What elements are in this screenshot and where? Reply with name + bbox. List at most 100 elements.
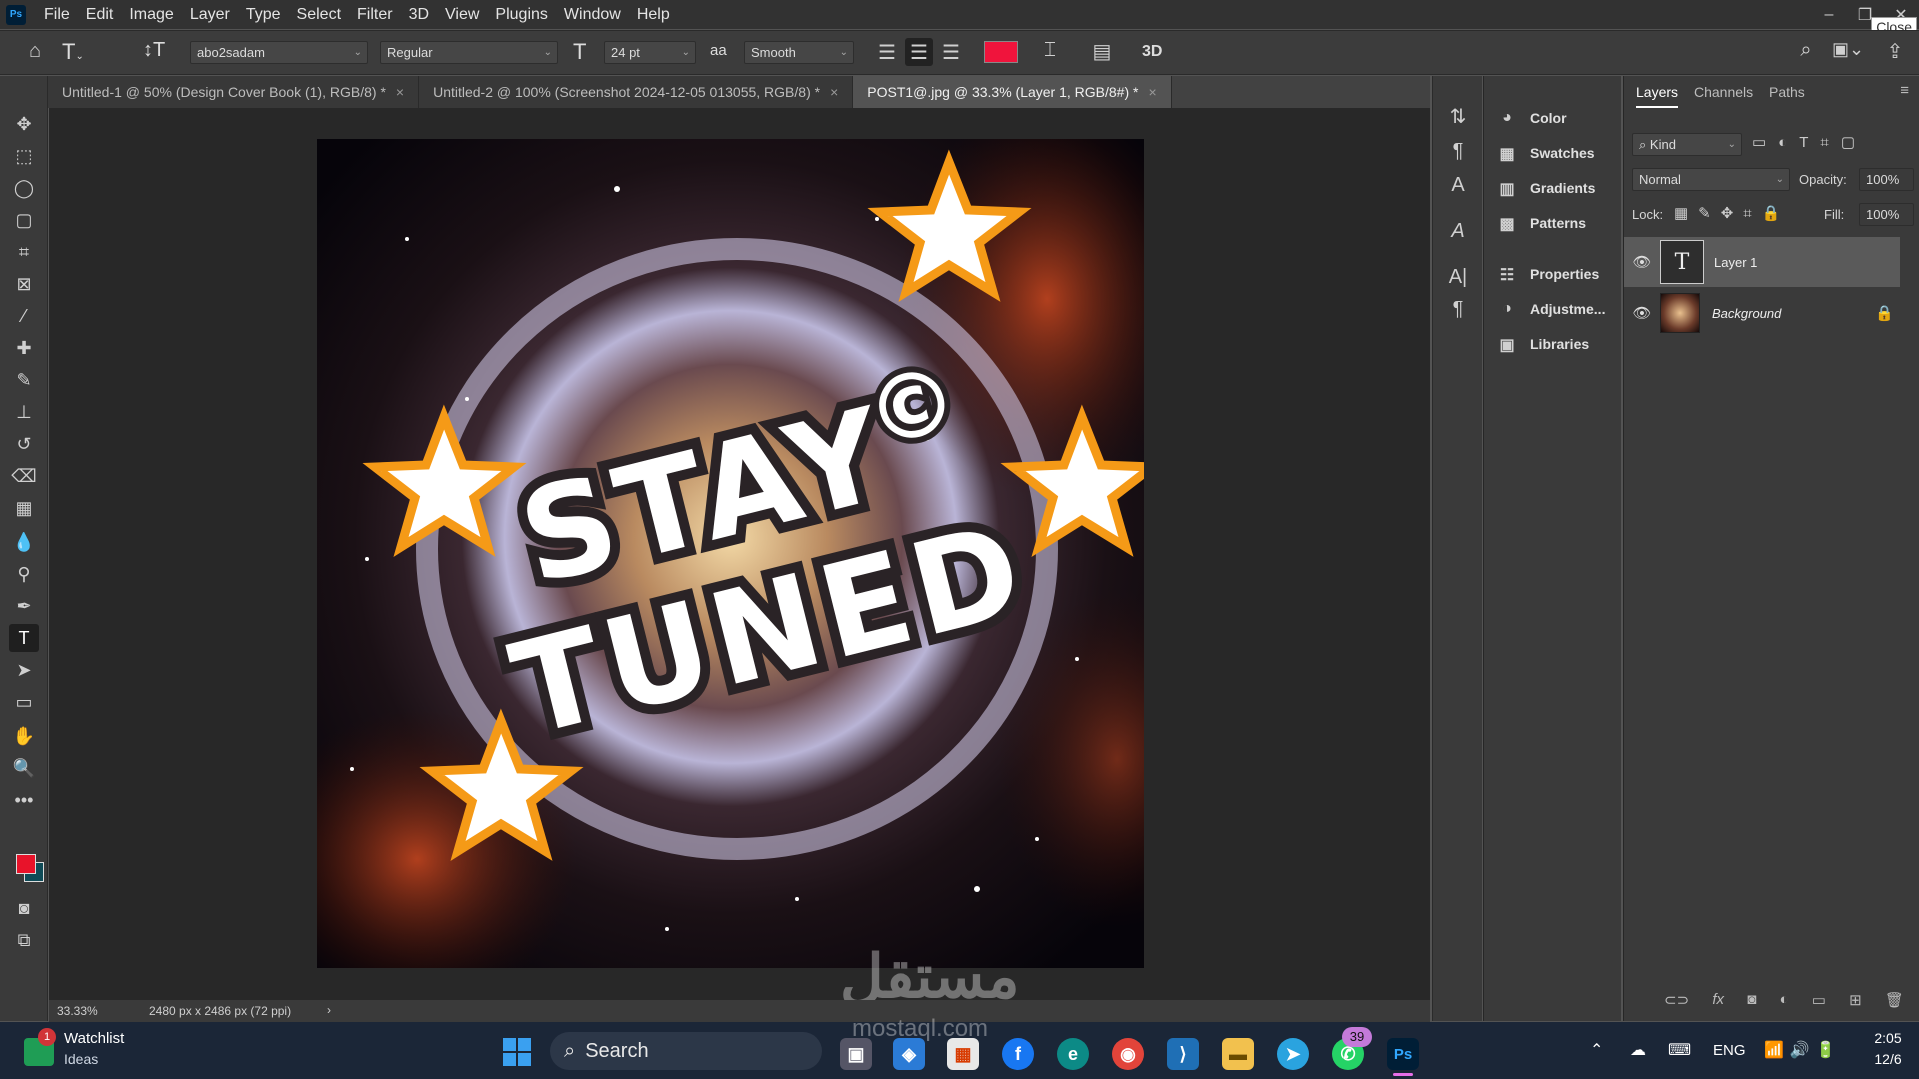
path-selection-tool-icon[interactable]: ➤ [9, 656, 39, 684]
glyphs-icon[interactable]: A [1444, 220, 1472, 243]
character-panel-icon[interactable]: ▤ [1088, 39, 1116, 64]
character-styles-icon[interactable]: A [1444, 174, 1472, 197]
healing-brush-tool-icon[interactable]: ✚ [9, 334, 39, 362]
text-tool-preset-icon[interactable]: T⌄ [62, 39, 102, 65]
close-icon[interactable]: × [830, 84, 838, 100]
tab-channels[interactable]: Channels [1694, 76, 1753, 108]
lasso-tool-icon[interactable]: ◯ [9, 174, 39, 202]
paragraph-panel-icon[interactable]: ¶ [1444, 298, 1472, 321]
file-explorer-icon[interactable]: ▬ [1222, 1038, 1254, 1070]
clone-stamp-tool-icon[interactable]: ⊥ [9, 398, 39, 426]
font-style-select[interactable]: Regular ⌄ [380, 41, 558, 64]
frame-tool-icon[interactable]: ⊠ [9, 270, 39, 298]
onedrive-icon[interactable]: ☁ [1630, 1040, 1646, 1060]
text-orientation-icon[interactable]: ↕T [143, 39, 173, 62]
tab-paths[interactable]: Paths [1769, 76, 1805, 108]
object-selection-tool-icon[interactable]: ▢ [9, 206, 39, 234]
layer-name[interactable]: Background [1712, 306, 1875, 321]
antialias-select[interactable]: Smooth ⌄ [744, 41, 854, 64]
lock-icon[interactable]: 🔒 [1875, 304, 1894, 322]
panel-properties[interactable]: ☷ Properties [1496, 259, 1599, 289]
rectangle-tool-icon[interactable]: ▭ [9, 688, 39, 716]
adjustment-layer-icon[interactable]: ◐ [1779, 991, 1788, 1009]
fx-icon[interactable]: fx [1712, 991, 1724, 1009]
share-icon[interactable]: ⇪ [1880, 39, 1910, 64]
font-family-select[interactable]: abo2sadam ⌄ [190, 41, 368, 64]
home-icon[interactable]: ⌂ [20, 40, 50, 63]
character-panel-icon[interactable]: A| [1444, 266, 1472, 289]
menu-edit[interactable]: Edit [78, 0, 122, 29]
add-mask-icon[interactable]: ◙ [1747, 991, 1756, 1009]
tab-untitled-2[interactable]: Untitled-2 @ 100% (Screenshot 2024-12-05… [419, 76, 854, 108]
document-canvas[interactable]: STAY © TUNED [317, 139, 1144, 968]
taskbar-search[interactable]: ⌕ Search [550, 1032, 822, 1070]
brush-tool-icon[interactable]: ✎ [9, 366, 39, 394]
menu-view[interactable]: View [437, 0, 487, 29]
workspace-icon[interactable]: ▣⌄ [1828, 39, 1868, 60]
more-tools-icon[interactable]: ••• [9, 786, 39, 814]
3d-button[interactable]: 3D [1142, 43, 1162, 61]
layer-name[interactable]: Layer 1 [1714, 255, 1757, 270]
tab-untitled-1[interactable]: Untitled-1 @ 50% (Design Cover Book (1),… [48, 76, 420, 108]
menu-file[interactable]: File [36, 0, 78, 29]
menu-type[interactable]: Type [238, 0, 289, 29]
minimize-button[interactable]: – [1811, 0, 1847, 29]
dodge-tool-icon[interactable]: ⚲ [9, 560, 39, 588]
keyboard-icon[interactable]: ⌨ [1668, 1040, 1691, 1060]
telegram-icon[interactable]: ➤ [1277, 1038, 1309, 1070]
fill-input[interactable]: 100% [1859, 203, 1914, 226]
history-panel-icon[interactable]: ⇅ [1444, 104, 1472, 129]
tab-layers[interactable]: Layers [1636, 76, 1679, 108]
close-icon[interactable]: × [396, 84, 404, 100]
chrome-icon[interactable]: ◉ [1112, 1038, 1144, 1070]
layer-filter-select[interactable]: ⌕ Kind ⌄ [1632, 133, 1742, 156]
new-layer-icon[interactable]: ⊞ [1849, 991, 1862, 1009]
close-icon[interactable]: × [1148, 84, 1156, 100]
menu-help[interactable]: Help [629, 0, 678, 29]
move-tool-icon[interactable]: ✥ [9, 110, 39, 138]
panel-libraries[interactable]: ▣ Libraries [1496, 329, 1589, 359]
watchlist-title[interactable]: Watchlist [64, 1030, 124, 1047]
menu-plugins[interactable]: Plugins [487, 0, 555, 29]
clock-time[interactable]: 2:05 [1866, 1030, 1910, 1046]
layer-row-layer1[interactable]: 👁 T Layer 1 [1624, 237, 1900, 287]
start-button[interactable] [503, 1038, 531, 1066]
align-left-icon[interactable]: ☰ [874, 40, 900, 65]
zoom-level[interactable]: 33.33% [57, 1004, 98, 1018]
menu-filter[interactable]: Filter [349, 0, 401, 29]
type-tool-icon[interactable]: T [9, 624, 39, 652]
blend-mode-select[interactable]: Normal ⌄ [1632, 168, 1790, 191]
text-color-swatch[interactable] [984, 41, 1018, 63]
history-brush-tool-icon[interactable]: ↺ [9, 430, 39, 458]
photoshop-taskbar-icon[interactable]: Ps [1387, 1038, 1419, 1070]
panel-color[interactable]: ◕ Color [1496, 103, 1566, 133]
panel-swatches[interactable]: ▦ Swatches [1496, 138, 1594, 168]
lock-options-icons[interactable]: ▦✎✥⌗🔒 [1674, 204, 1790, 222]
facebook-icon[interactable]: f [1002, 1038, 1034, 1070]
eye-icon[interactable]: 👁 [1624, 253, 1660, 271]
language-indicator[interactable]: ENG [1713, 1042, 1746, 1059]
link-layers-icon[interactable]: ⊂⊃ [1664, 991, 1689, 1009]
menu-3d[interactable]: 3D [401, 0, 437, 29]
layer-row-background[interactable]: 👁 Background 🔒 [1624, 288, 1900, 338]
eyedropper-tool-icon[interactable]: ⁄ [9, 302, 39, 330]
chevron-up-icon[interactable]: ⌃ [1590, 1040, 1603, 1060]
opacity-input[interactable]: 100% [1859, 168, 1914, 191]
search-icon[interactable]: ⌕ [1792, 39, 1820, 62]
edge-icon[interactable]: e [1057, 1038, 1089, 1070]
font-size-select[interactable]: 24 pt ⌄ [604, 41, 696, 64]
menu-select[interactable]: Select [289, 0, 349, 29]
layer-filter-icons[interactable]: ▭◐T⌗▢ [1752, 133, 1867, 151]
new-group-icon[interactable]: ▭ [1812, 991, 1826, 1009]
clock-date[interactable]: 12/6 [1866, 1051, 1910, 1067]
status-arrow[interactable]: › [327, 1003, 331, 1017]
menu-window[interactable]: Window [556, 0, 629, 29]
warp-text-icon[interactable]: ⌶ [1036, 39, 1064, 62]
panel-menu-icon[interactable]: ≡ [1900, 82, 1909, 99]
zoom-tool-icon[interactable]: 🔍 [9, 754, 39, 782]
quick-mask-icon[interactable]: ◙ [9, 894, 39, 922]
panel-adjustments[interactable]: ◑ Adjustme... [1496, 294, 1605, 324]
align-center-icon[interactable]: ☰ [905, 38, 933, 66]
gradient-tool-icon[interactable]: ▦ [9, 494, 39, 522]
blur-tool-icon[interactable]: 💧 [9, 528, 39, 556]
